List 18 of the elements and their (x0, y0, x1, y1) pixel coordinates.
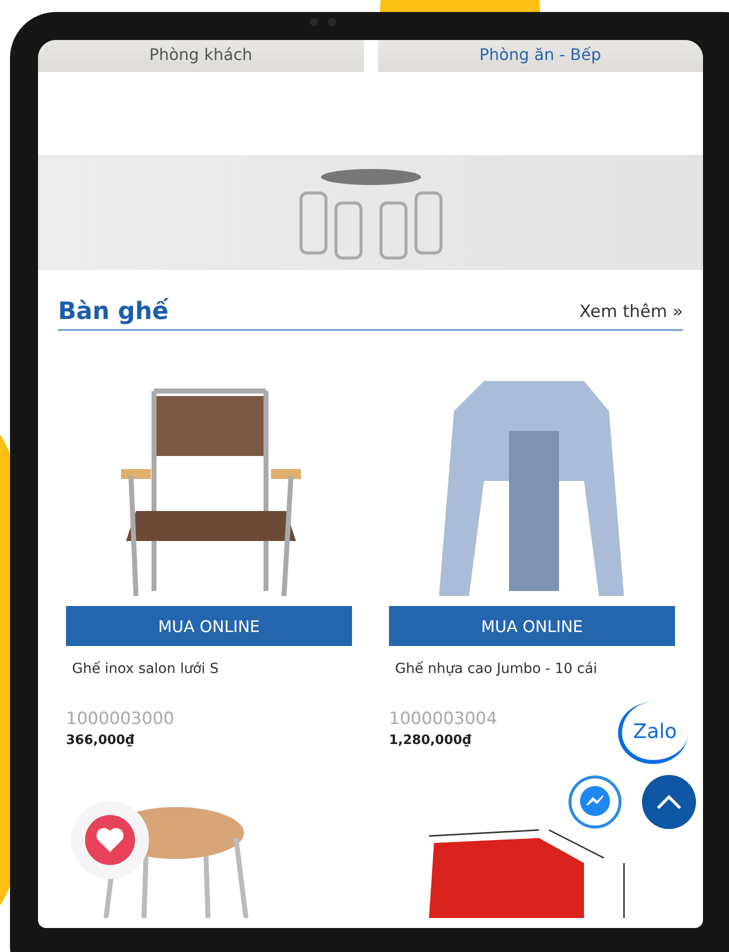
zalo-button[interactable]: Zalo (618, 702, 688, 764)
category-label: Phòng khách (149, 44, 252, 66)
category-tile[interactable]: Phòng ăn - Bếp (378, 40, 703, 72)
product-code: 1000003004 (389, 709, 498, 729)
buy-online-button[interactable]: MUA ONLINE (66, 606, 352, 646)
section-title: Bàn ghế (58, 297, 168, 325)
product-code: 1000003000 (66, 709, 176, 729)
chevron-up-icon (656, 794, 682, 810)
see-more-link[interactable]: Xem thêm » (579, 302, 683, 325)
category-tile[interactable]: Phòng khách (38, 40, 364, 72)
category-label: Phòng ăn - Bếp (479, 44, 602, 66)
product-name[interactable]: Ghế inox salon lưới S (72, 661, 352, 677)
product-name[interactable]: Ghế nhựa cao Jumbo - 10 cái (395, 661, 675, 677)
buy-online-button[interactable]: MUA ONLINE (389, 606, 675, 646)
product-price: 1,280,000₫ (389, 733, 472, 748)
scroll-top-button[interactable] (642, 775, 696, 829)
messenger-icon[interactable] (568, 775, 622, 829)
product-price: 366,000₫ (66, 733, 136, 748)
